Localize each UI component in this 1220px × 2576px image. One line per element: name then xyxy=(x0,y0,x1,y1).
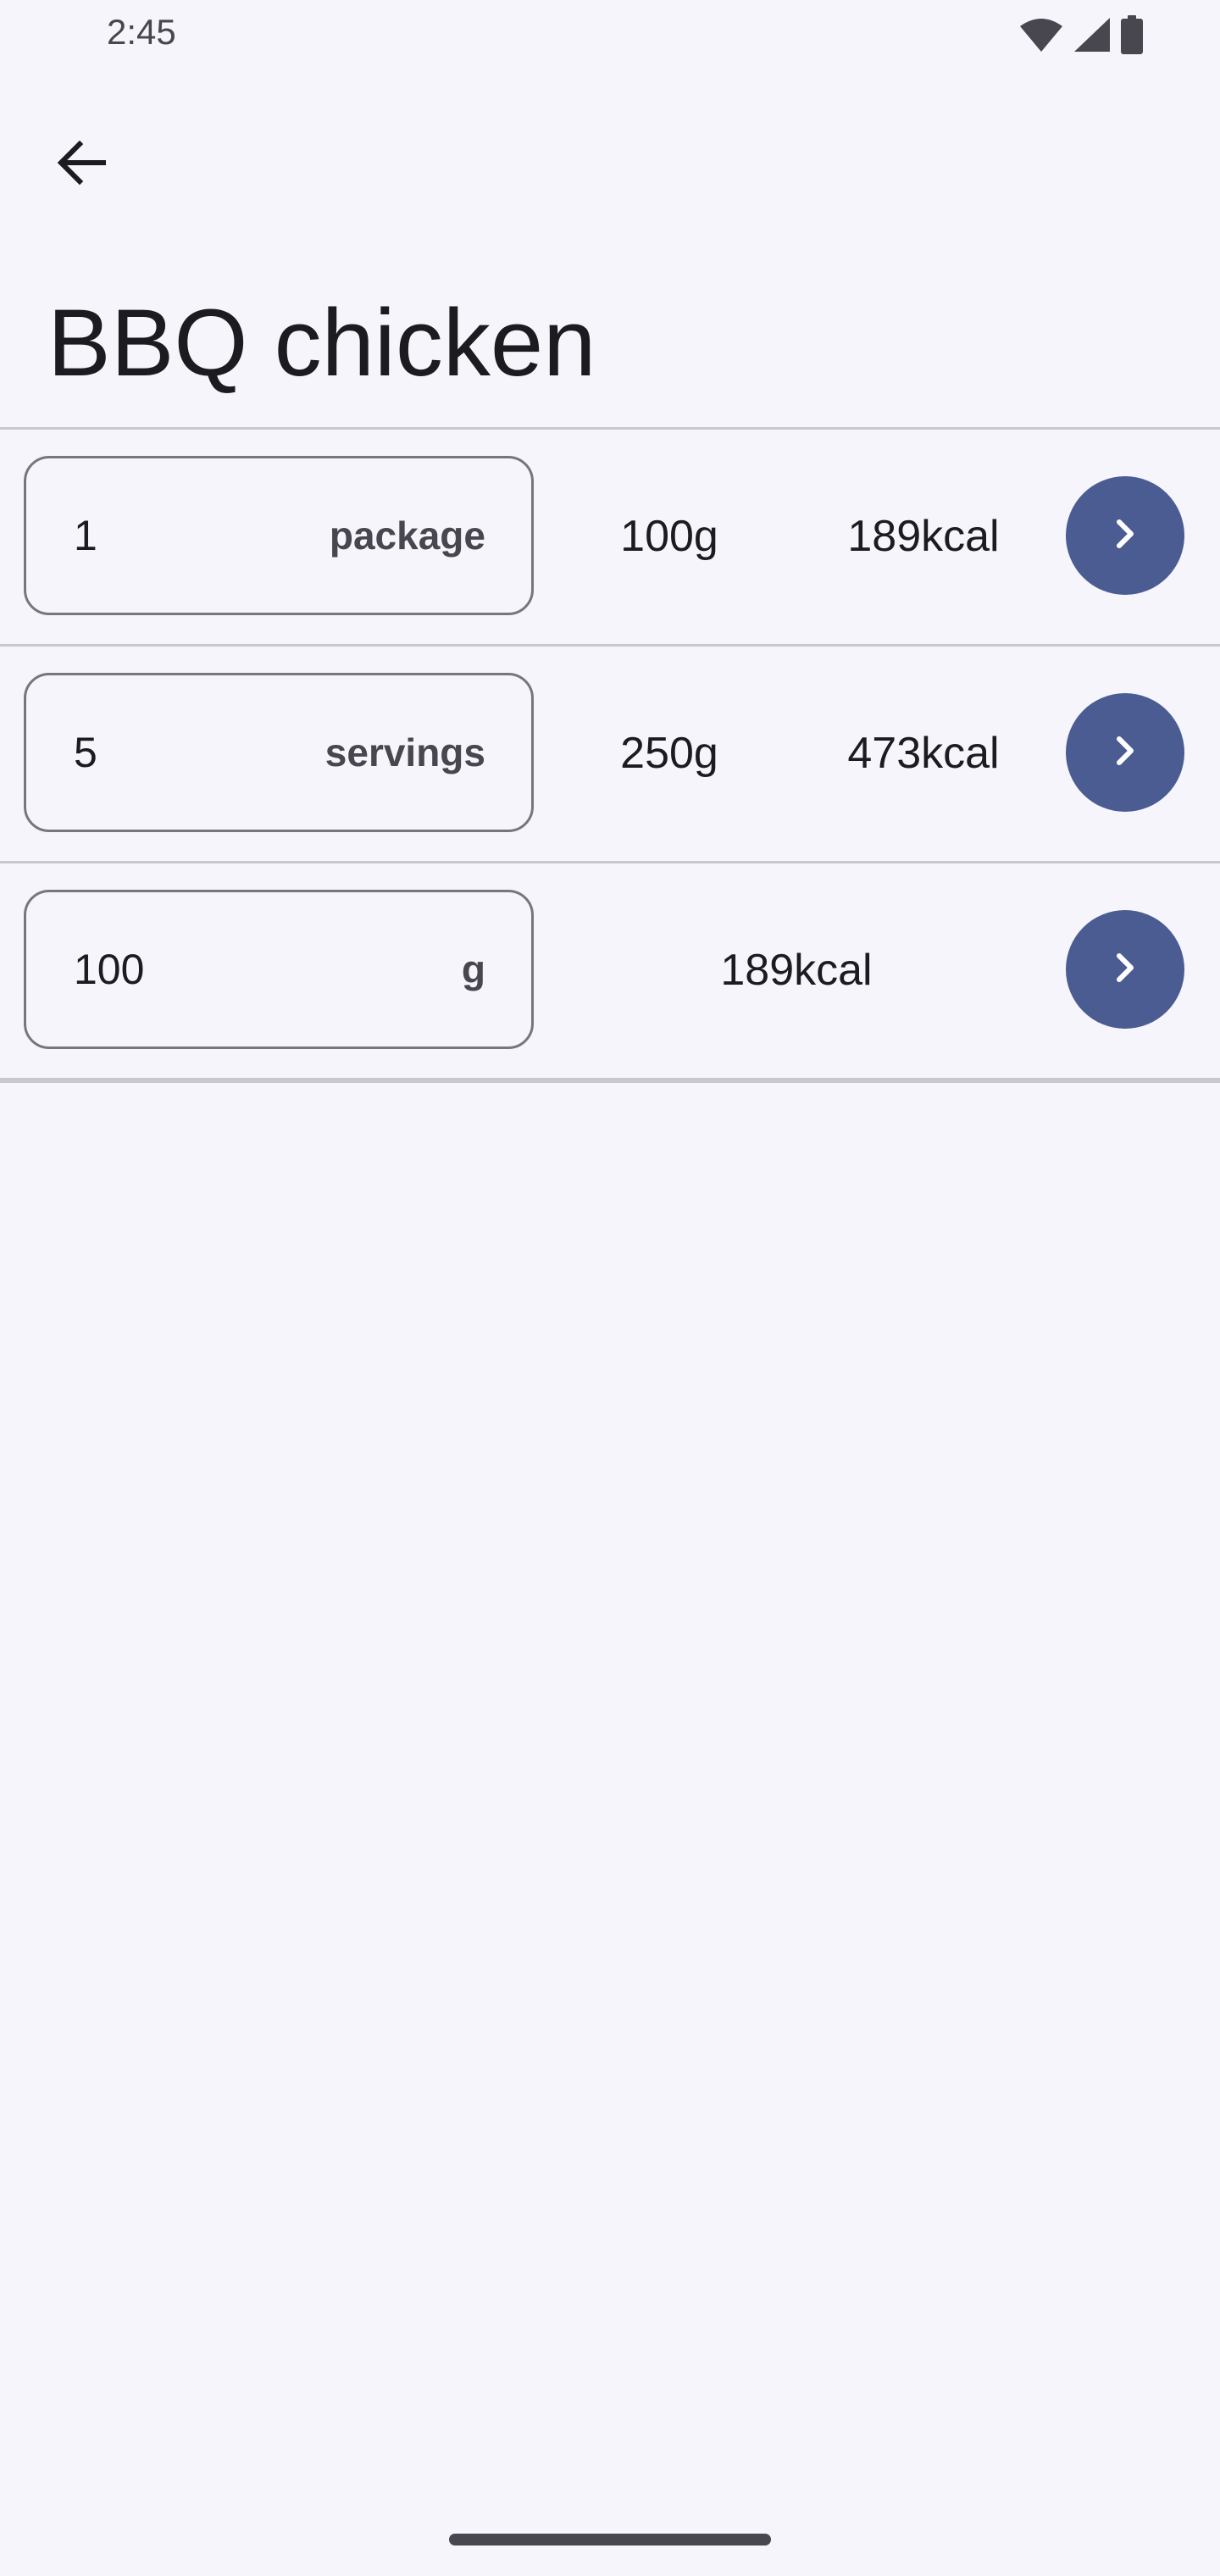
page-title: BBQ chicken xyxy=(47,290,596,396)
battery-icon xyxy=(1120,14,1144,58)
add-portion-button[interactable] xyxy=(1066,693,1184,812)
add-portion-button[interactable] xyxy=(1066,910,1184,1029)
arrow-back-icon xyxy=(54,136,108,194)
portion-row-grams: 100 g 189kcal xyxy=(0,863,1220,1078)
quantity-unit: package xyxy=(329,514,485,558)
portion-kcal: 189kcal xyxy=(847,512,1000,561)
quantity-value[interactable]: 5 xyxy=(74,675,97,830)
back-button[interactable] xyxy=(44,127,119,202)
home-indicator[interactable] xyxy=(449,2534,771,2545)
chevron-right-icon xyxy=(1106,732,1144,774)
portion-kcal: 473kcal xyxy=(847,729,1000,778)
chevron-right-icon xyxy=(1106,515,1144,557)
portion-weight: 250g xyxy=(620,729,718,778)
quantity-field[interactable]: 100 g xyxy=(24,890,534,1049)
cellular-signal-icon xyxy=(1073,16,1112,58)
quantity-unit: servings xyxy=(324,730,485,774)
status-time: 2:45 xyxy=(107,12,176,52)
divider xyxy=(0,1078,1220,1083)
screen: 2:45 BBQ chicken 1 package 100g 189kcal … xyxy=(0,0,1220,2576)
portion-row-servings: 5 servings 250g 473kcal xyxy=(0,647,1220,861)
quantity-value[interactable]: 1 xyxy=(74,458,97,613)
add-portion-button[interactable] xyxy=(1066,476,1184,595)
status-icons xyxy=(1018,14,1144,58)
portion-weight: 100g xyxy=(620,512,718,561)
quantity-value[interactable]: 100 xyxy=(74,892,144,1046)
status-bar: 2:45 xyxy=(0,0,1220,76)
portion-row-package: 1 package 100g 189kcal xyxy=(0,430,1220,644)
chevron-right-icon xyxy=(1106,949,1144,991)
portion-list: 1 package 100g 189kcal 5 servings 250g 4… xyxy=(0,427,1220,1083)
quantity-unit: g xyxy=(461,947,485,991)
quantity-field[interactable]: 1 package xyxy=(24,456,534,615)
quantity-field[interactable]: 5 servings xyxy=(24,673,534,832)
wifi-icon xyxy=(1018,16,1064,58)
portion-kcal: 189kcal xyxy=(720,946,873,995)
